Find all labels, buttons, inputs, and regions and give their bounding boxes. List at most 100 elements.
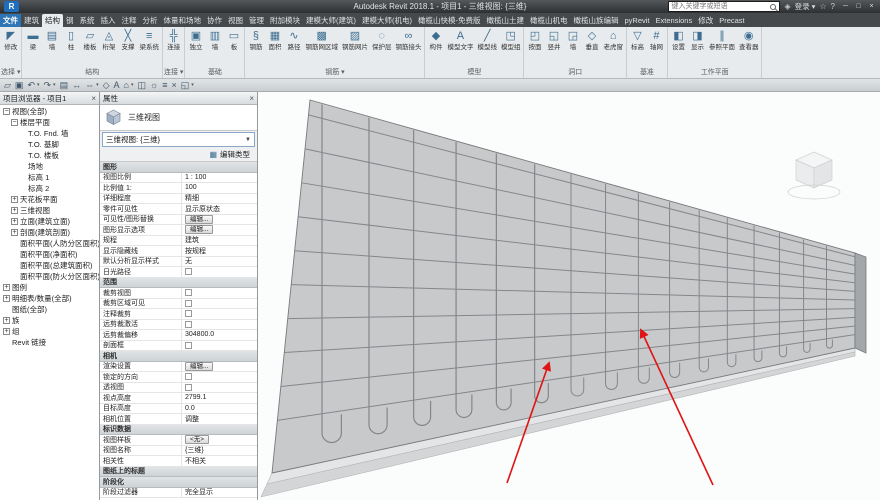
tool-修改[interactable]: ◤修改 <box>1 28 20 53</box>
tree-item-图纸(全部)[interactable]: 图纸(全部) <box>0 304 99 315</box>
default-3d-view-icon[interactable]: ⌂ <box>124 79 129 91</box>
tab-附加模块[interactable]: 附加模块 <box>267 14 303 27</box>
tool-老虎窗[interactable]: ⌂老虎窗 <box>601 28 625 53</box>
tool-标高[interactable]: ▽标高 <box>628 28 647 53</box>
tool-垂直[interactable]: ◇垂直 <box>582 28 601 53</box>
edit-button[interactable]: <无> <box>185 435 209 444</box>
property-value[interactable] <box>182 289 257 296</box>
checkbox[interactable] <box>185 321 192 328</box>
property-group-阶段化[interactable]: 阶段化 <box>100 477 257 488</box>
tree-item-T.O. Fnd. 墙[interactable]: T.O. Fnd. 墙 <box>0 128 99 139</box>
property-value[interactable]: 完全显示 <box>182 487 257 497</box>
tree-item-三维视图[interactable]: +三维视图 <box>0 205 99 216</box>
undo-icon[interactable]: ↶ <box>27 79 35 91</box>
close-hidden-windows-icon[interactable]: × <box>172 79 177 91</box>
tab-Extensions[interactable]: Extensions <box>653 14 696 27</box>
switch-windows-icon[interactable]: ◱ <box>181 79 190 91</box>
property-value[interactable]: 精细 <box>182 193 257 203</box>
favorites-icon[interactable]: ☆ <box>819 1 826 12</box>
tool-构件[interactable]: ◆构件 <box>426 28 445 53</box>
tab-结构[interactable]: 结构 <box>42 14 63 27</box>
property-value[interactable] <box>182 373 257 380</box>
edit-button[interactable]: 编辑... <box>185 362 213 371</box>
tab-管理[interactable]: 管理 <box>246 14 267 27</box>
expand-icon[interactable]: + <box>11 218 18 225</box>
tab-协作[interactable]: 协作 <box>204 14 225 27</box>
tree-item-Revit 链接[interactable]: Revit 链接 <box>0 337 99 348</box>
tree-item-立面(建筑立面)[interactable]: +立面(建筑立面) <box>0 216 99 227</box>
type-selector[interactable]: 三维视图: {三维} ▼ <box>102 132 255 147</box>
expand-icon[interactable]: + <box>3 328 10 335</box>
thin-lines-icon[interactable]: ≡ <box>162 79 167 91</box>
expand-icon[interactable]: + <box>3 295 10 302</box>
property-value[interactable]: 显示原状态 <box>182 204 257 214</box>
tool-墙[interactable]: ◲墙 <box>563 28 582 53</box>
tool-钢筋[interactable]: §钢筋 <box>246 28 265 53</box>
tool-梁系统[interactable]: ≡梁系统 <box>137 28 161 53</box>
checkbox[interactable] <box>185 289 192 296</box>
property-group-相机[interactable]: 相机 <box>100 351 257 362</box>
property-value[interactable] <box>182 321 257 328</box>
property-value[interactable] <box>182 384 257 391</box>
tree-item-面积平面(人防分区面积)[interactable]: 面积平面(人防分区面积) <box>0 238 99 249</box>
property-value[interactable]: 无 <box>182 256 257 266</box>
tool-板[interactable]: ▭板 <box>224 28 243 53</box>
tool-面积[interactable]: ▦面积 <box>265 28 284 53</box>
communication-center-icon[interactable]: ◈ <box>784 1 790 12</box>
property-value[interactable]: 0.0 <box>182 405 257 412</box>
collapse-icon[interactable]: − <box>11 119 18 126</box>
checkbox[interactable] <box>185 384 192 391</box>
dropdown-arrow-icon[interactable]: ▾ <box>131 82 134 88</box>
property-value[interactable] <box>182 268 257 275</box>
save-icon[interactable]: ▣ <box>15 79 24 91</box>
maximize-icon[interactable]: □ <box>852 1 865 12</box>
3d-view[interactable] <box>258 92 880 500</box>
tool-模型文字[interactable]: A模型文字 <box>445 28 475 53</box>
tool-查看器[interactable]: ◉查看器 <box>737 28 761 53</box>
property-value[interactable]: {三维} <box>182 445 257 455</box>
signin-button[interactable]: 登录▾ <box>795 1 816 12</box>
tab-修改[interactable]: 修改 <box>695 14 716 27</box>
edit-type-button[interactable]: ▦ 编辑类型 <box>100 147 257 161</box>
tab-注释[interactable]: 注释 <box>119 14 140 27</box>
redo-icon[interactable]: ↷ <box>44 79 52 91</box>
drawing-area[interactable] <box>258 92 880 500</box>
property-value[interactable]: 2799.1 <box>182 394 257 401</box>
dropdown-arrow-icon[interactable]: ▾ <box>37 82 40 88</box>
tag-icon[interactable]: ◇ <box>103 79 110 91</box>
tab-系统[interactable]: 系统 <box>77 14 98 27</box>
edit-button[interactable]: 编辑... <box>185 215 213 224</box>
tree-item-面积平面(净面积)[interactable]: 面积平面(净面积) <box>0 249 99 260</box>
expand-icon[interactable]: + <box>3 284 10 291</box>
dropdown-arrow-icon[interactable]: ▾ <box>96 82 99 88</box>
property-value[interactable]: 编辑... <box>182 225 257 234</box>
property-group-范围[interactable]: 范围 <box>100 278 257 289</box>
measure-icon[interactable]: ↔ <box>72 79 81 91</box>
property-value[interactable]: 调整 <box>182 414 257 424</box>
checkbox[interactable] <box>185 300 192 307</box>
tab-建筑[interactable]: 建筑 <box>21 14 42 27</box>
tree-item-面积平面(防火分区面积)[interactable]: 面积平面(防火分区面积) <box>0 271 99 282</box>
checkbox[interactable] <box>185 342 192 349</box>
checkbox[interactable] <box>185 310 192 317</box>
tree-item-剖面(建筑剖面)[interactable]: +剖面(建筑剖面) <box>0 227 99 238</box>
expand-icon[interactable]: + <box>11 196 18 203</box>
property-value[interactable]: 304800.0 <box>182 331 257 338</box>
property-value[interactable]: 编辑... <box>182 362 257 371</box>
tool-钢筋网区域[interactable]: ▩钢筋网区域 <box>303 28 340 53</box>
tool-保护层[interactable]: ◌保护层 <box>370 28 394 53</box>
property-value[interactable]: <无> <box>182 435 257 444</box>
property-value[interactable] <box>182 342 257 349</box>
tab-文件[interactable]: 文件 <box>0 14 21 27</box>
tree-item-T.O. 楼板[interactable]: T.O. 楼板 <box>0 150 99 161</box>
tool-模型组[interactable]: ◳模型组 <box>499 28 523 53</box>
dropdown-arrow-icon[interactable]: ▾ <box>191 82 194 88</box>
tree-item-楼层平面[interactable]: −楼层平面 <box>0 117 99 128</box>
revit-logo-icon[interactable]: R <box>4 1 19 12</box>
open-icon[interactable]: ▱ <box>4 79 11 91</box>
search-icon[interactable] <box>770 4 776 10</box>
tab-橄榄山土建[interactable]: 橄榄山土建 <box>484 14 528 27</box>
tool-设置[interactable]: ◧设置 <box>669 28 688 53</box>
tab-建模大师(机电)[interactable]: 建模大师(机电) <box>359 14 415 27</box>
tab-Precast[interactable]: Precast <box>716 14 747 27</box>
